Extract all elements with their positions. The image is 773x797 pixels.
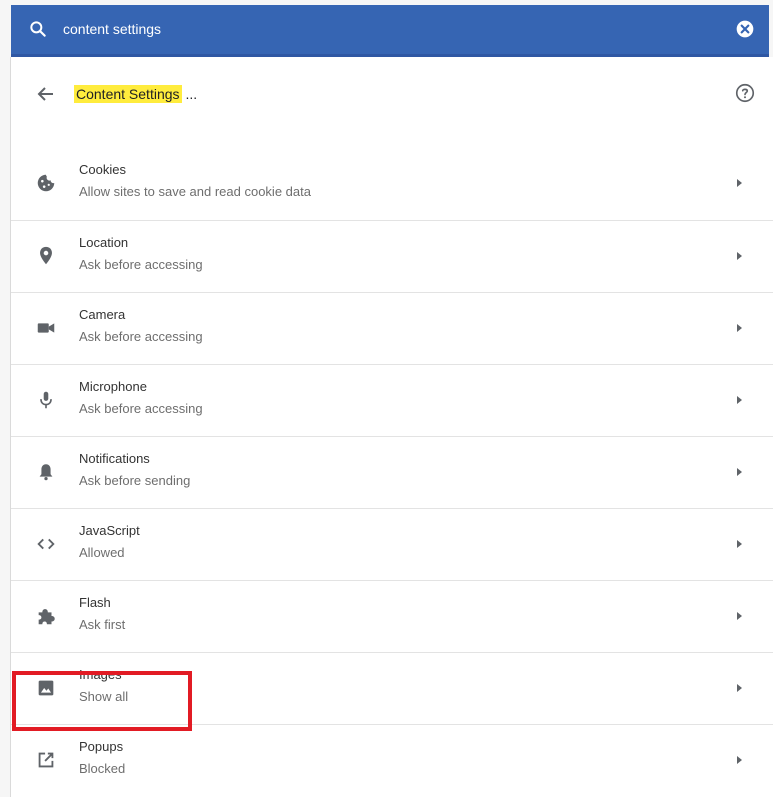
cookie-icon — [37, 174, 55, 192]
row-subtitle: Ask before accessing — [79, 329, 203, 344]
row-title: Images — [79, 667, 122, 682]
settings-row-camera[interactable]: Camera Ask before accessing — [11, 292, 773, 364]
row-subtitle: Show all — [79, 689, 129, 704]
settings-row-notifications[interactable]: Notifications Ask before sending — [11, 436, 773, 508]
row-subtitle: Ask first — [79, 617, 126, 632]
row-subtitle: Ask before accessing — [79, 257, 203, 272]
back-arrow-icon[interactable] — [34, 82, 58, 106]
row-text: Popups Blocked — [79, 737, 125, 779]
settings-list: Cookies Allow sites to save and read coo… — [11, 148, 773, 796]
chevron-right-icon — [737, 756, 742, 764]
chevron-right-icon — [737, 540, 742, 548]
row-text: Cookies Allow sites to save and read coo… — [79, 160, 311, 202]
image-icon — [38, 680, 54, 696]
row-title: Cookies — [79, 162, 126, 177]
location-pin-icon — [40, 246, 52, 265]
row-text: Microphone Ask before accessing — [79, 377, 203, 419]
settings-row-cookies[interactable]: Cookies Allow sites to save and read coo… — [11, 148, 773, 220]
chevron-right-icon — [737, 179, 742, 187]
row-subtitle: Ask before sending — [79, 473, 191, 488]
row-subtitle: Allow sites to save and read cookie data — [79, 184, 311, 199]
camera-icon — [37, 323, 55, 333]
chevron-right-icon — [737, 468, 742, 476]
row-text: Flash Ask first — [79, 593, 125, 635]
microphone-icon — [40, 391, 52, 409]
page-title: Content Settings... — [74, 84, 197, 104]
row-text: Notifications Ask before sending — [79, 449, 190, 491]
settings-row-images[interactable]: Images Show all — [11, 652, 773, 724]
row-title: Microphone — [79, 379, 147, 394]
row-subtitle: Blocked — [79, 761, 126, 776]
row-text: JavaScript Allowed — [79, 521, 140, 563]
settings-page: content settings Content Settings... Coo… — [0, 0, 773, 797]
help-icon[interactable] — [734, 82, 756, 104]
row-title: Camera — [79, 307, 126, 322]
clear-search-icon[interactable] — [735, 19, 755, 39]
settings-row-javascript[interactable]: JavaScript Allowed — [11, 508, 773, 580]
chevron-right-icon — [737, 396, 742, 404]
settings-row-microphone[interactable]: Microphone Ask before accessing — [11, 364, 773, 436]
page-title-highlight: Content Settings — [74, 85, 182, 103]
puzzle-icon — [38, 609, 55, 625]
chevron-right-icon — [737, 612, 742, 620]
content-settings-card: Content Settings... Cookies Allow sites … — [10, 57, 773, 797]
row-text: Images Show all — [79, 665, 128, 707]
search-bar[interactable]: content settings — [11, 5, 769, 57]
bell-icon — [39, 464, 53, 481]
settings-row-location[interactable]: Location Ask before accessing — [11, 220, 773, 292]
row-text: Camera Ask before accessing — [79, 305, 203, 347]
row-text: Location Ask before accessing — [79, 233, 203, 275]
page-header: Content Settings... — [11, 57, 773, 148]
row-title: Notifications — [79, 451, 150, 466]
row-title: Flash — [79, 595, 111, 610]
chevron-right-icon — [737, 252, 742, 260]
settings-row-popups[interactable]: Popups Blocked — [11, 724, 773, 796]
chevron-right-icon — [737, 684, 742, 692]
chevron-right-icon — [737, 324, 742, 332]
search-input[interactable]: content settings — [63, 19, 161, 39]
open-in-new-icon — [38, 752, 54, 768]
row-subtitle: Ask before accessing — [79, 401, 203, 416]
search-icon — [30, 21, 46, 37]
row-subtitle: Allowed — [79, 545, 125, 560]
settings-row-flash[interactable]: Flash Ask first — [11, 580, 773, 652]
row-title: Location — [79, 235, 129, 250]
row-title: Popups — [79, 739, 124, 754]
code-icon — [37, 538, 55, 550]
row-title: JavaScript — [79, 523, 140, 538]
page-title-ellipsis: ... — [185, 86, 198, 102]
